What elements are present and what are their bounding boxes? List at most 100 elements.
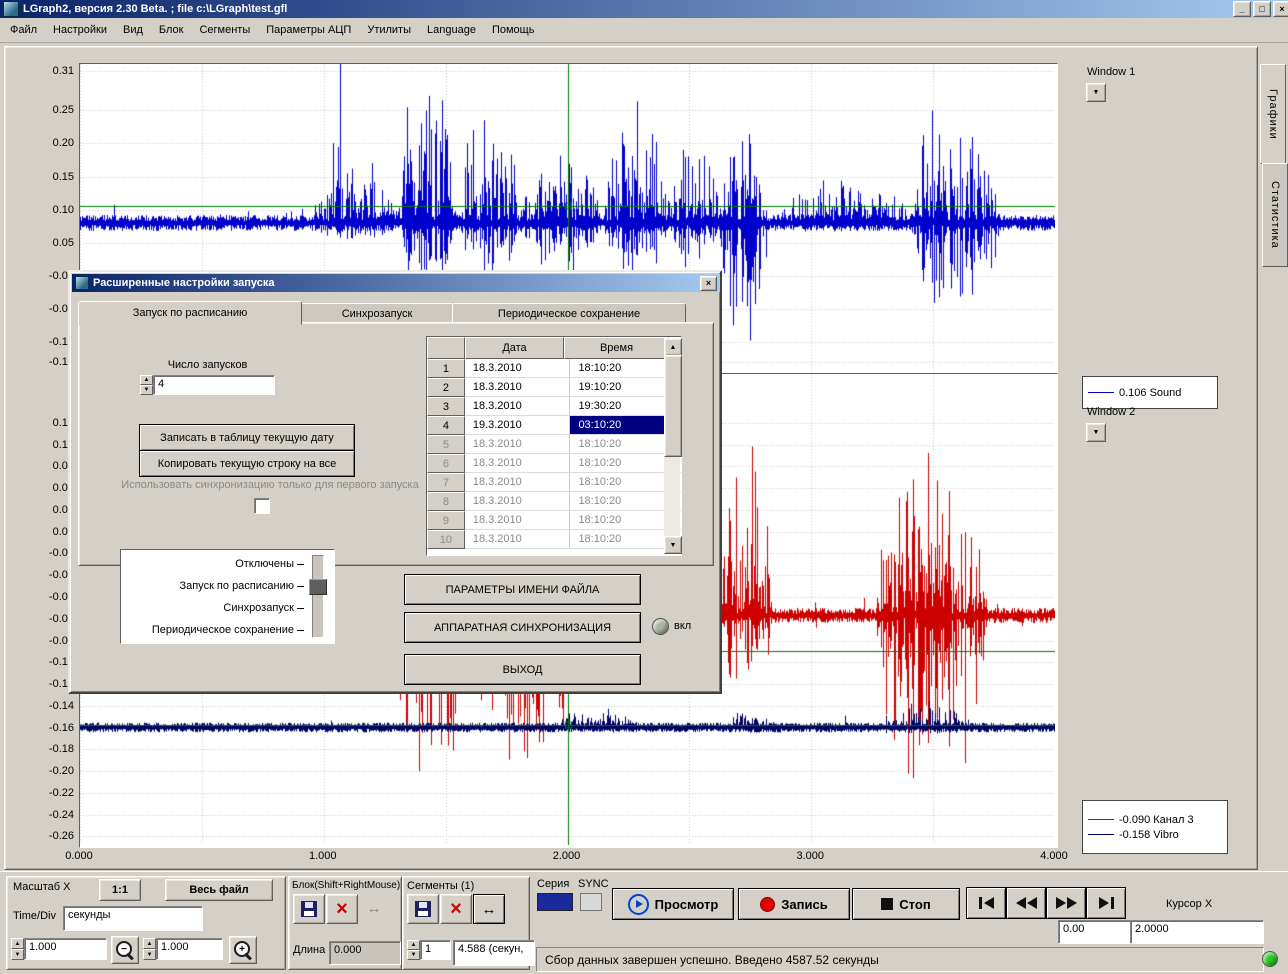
decrement-icon[interactable]: [143, 949, 156, 960]
stop-button[interactable]: Стоп: [852, 888, 960, 920]
window2-dropdown-button[interactable]: ▼: [1086, 423, 1106, 442]
copy-row-to-all-button[interactable]: Копировать текущую строку на все: [139, 450, 355, 477]
decrement-icon[interactable]: [140, 385, 153, 395]
maximize-button[interactable]: □: [1253, 1, 1271, 17]
menu-item-block[interactable]: Блок: [151, 20, 192, 40]
mode-selector: ОтключеныЗапуск по расписаниюСинхрозапус…: [120, 549, 335, 644]
increment-icon[interactable]: [11, 938, 24, 949]
menu-item-file[interactable]: Файл: [2, 20, 45, 40]
minimize-button[interactable]: _: [1233, 1, 1251, 17]
increment-icon[interactable]: [143, 938, 156, 949]
title-bar[interactable]: LGraph2, версия 2.30 Beta. ; file c:\LGr…: [0, 0, 1288, 18]
table-header-time[interactable]: Время: [564, 337, 669, 359]
menu-item-view[interactable]: Вид: [115, 20, 151, 40]
runs-count-value[interactable]: 4: [153, 375, 275, 395]
whole-file-button[interactable]: Весь файл: [165, 879, 273, 901]
increment-icon[interactable]: [140, 375, 153, 385]
window1-dropdown-button[interactable]: ▼: [1086, 83, 1106, 102]
go-to-start-button[interactable]: [966, 887, 1006, 919]
runs-count-stepper[interactable]: 4: [140, 375, 275, 395]
segment-index-value[interactable]: 1: [420, 940, 451, 960]
schedule-table-row[interactable]: 918.3.201018:10:20: [427, 511, 681, 530]
segment-index-stepper[interactable]: 1: [407, 940, 451, 960]
schedule-table-row[interactable]: 518.3.201018:10:20: [427, 435, 681, 454]
scale-y-stepper[interactable]: 1.000: [143, 938, 223, 960]
segment-delete-button[interactable]: [440, 894, 472, 924]
dialog-title-bar[interactable]: Расширенные настройки запуска ×: [72, 274, 720, 292]
runs-count-arrows[interactable]: [140, 375, 153, 395]
status-message: Сбор данных завершен успешно. Введено 45…: [545, 953, 879, 967]
tab-statistics[interactable]: Статистика: [1262, 163, 1288, 267]
mode-slider-handle[interactable]: [309, 579, 327, 595]
menu-item-segments[interactable]: Сегменты: [191, 20, 258, 40]
table-header-date[interactable]: Дата: [465, 337, 564, 359]
preview-button[interactable]: Просмотр: [612, 888, 734, 920]
legend-label-vibro: -0.158 Vibro: [1119, 829, 1179, 841]
scroll-up-icon[interactable]: ▲: [664, 338, 682, 356]
chart2-legend: -0.090 Канал 3 -0.158 Vibro: [1082, 800, 1228, 854]
mode-option[interactable]: Периодическое сохранение: [121, 619, 334, 641]
filename-params-button[interactable]: ПАРАМЕТРЫ ИМЕНИ ФАЙЛА: [404, 574, 641, 605]
increment-icon[interactable]: [407, 940, 420, 950]
block-save-button[interactable]: [293, 894, 325, 924]
zoom-in-button[interactable]: [229, 936, 257, 964]
cursor-x-label: Курсор X: [1166, 898, 1212, 910]
go-to-end-button[interactable]: [1086, 887, 1126, 919]
scale-y-value[interactable]: 1.000: [156, 938, 223, 960]
window1-label: Window 1: [1087, 66, 1135, 78]
menu-item-help[interactable]: Помощь: [484, 20, 543, 40]
schedule-table-row[interactable]: 318.3.201019:30:20: [427, 397, 681, 416]
menu-item-settings[interactable]: Настройки: [45, 20, 115, 40]
segment-save-button[interactable]: [407, 894, 439, 924]
mode-slider-track[interactable]: [312, 555, 324, 638]
segment-resize-button[interactable]: [473, 894, 505, 924]
mode-option[interactable]: Синхрозапуск: [121, 597, 334, 619]
cursor-x-field[interactable]: 2.0000: [1130, 920, 1264, 944]
schedule-table-row[interactable]: 419.3.201003:10:20: [427, 416, 681, 435]
exit-button[interactable]: ВЫХОД: [404, 654, 641, 685]
scale-x-value[interactable]: 1.000: [24, 938, 107, 960]
delete-icon: [450, 901, 462, 918]
scale-x-stepper[interactable]: 1.000: [11, 938, 107, 960]
decrement-icon[interactable]: [407, 950, 420, 960]
schedule-table-row[interactable]: 1018.3.201018:10:20: [427, 530, 681, 549]
window2-label: Window 2: [1087, 406, 1135, 418]
close-button[interactable]: ×: [1273, 1, 1288, 17]
one-to-one-button[interactable]: 1:1: [99, 879, 141, 901]
legend-line-channel3: [1088, 819, 1114, 820]
block-delete-button[interactable]: [326, 894, 358, 924]
units-field[interactable]: секунды: [63, 906, 203, 931]
write-current-date-button[interactable]: Записать в таблицу текущую дату: [139, 424, 355, 451]
mode-option[interactable]: Отключены: [121, 553, 334, 575]
hardware-sync-button[interactable]: АППАРАТНАЯ СИНХРОНИЗАЦИЯ: [404, 612, 641, 643]
resize-icon: [367, 900, 382, 917]
stop-icon: [881, 898, 893, 910]
zoom-out-button[interactable]: [111, 936, 139, 964]
zoom-in-icon: [233, 940, 253, 960]
cursor-y-field[interactable]: 0.00: [1058, 920, 1134, 944]
schedule-table-row[interactable]: 618.3.201018:10:20: [427, 454, 681, 473]
decrement-icon[interactable]: [11, 949, 24, 960]
dialog-close-button[interactable]: ×: [700, 276, 717, 291]
menu-item-language[interactable]: Language: [419, 20, 484, 40]
chart2-x-axis: 0.0001.0002.0003.0004.000: [79, 849, 1056, 864]
menu-item-utilities[interactable]: Утилиты: [359, 20, 419, 40]
scrollbar-thumb[interactable]: [664, 355, 682, 457]
tab-schedule-start[interactable]: Запуск по расписанию: [78, 301, 302, 325]
schedule-table-row[interactable]: 118.3.201018:10:20: [427, 359, 681, 378]
schedule-table-row[interactable]: 218.3.201019:10:20: [427, 378, 681, 397]
menu-item-adc-params[interactable]: Параметры АЦП: [258, 20, 359, 40]
step-back-button[interactable]: [1006, 887, 1046, 919]
block-label: Блок(Shift+RightMouse): [292, 880, 400, 891]
mode-option[interactable]: Запуск по расписанию: [121, 575, 334, 597]
series-indicator: [537, 893, 573, 911]
scroll-down-icon[interactable]: ▼: [664, 536, 682, 554]
table-scrollbar[interactable]: ▲ ▼: [664, 338, 680, 554]
schedule-table-row[interactable]: 718.3.201018:10:20: [427, 473, 681, 492]
tab-graphs[interactable]: Графики: [1260, 64, 1286, 164]
record-button[interactable]: Запись: [738, 888, 850, 920]
sync-first-run-checkbox[interactable]: [254, 498, 270, 514]
schedule-table-row[interactable]: 818.3.201018:10:20: [427, 492, 681, 511]
step-forward-button[interactable]: [1046, 887, 1086, 919]
skip-start-icon: [984, 897, 994, 909]
